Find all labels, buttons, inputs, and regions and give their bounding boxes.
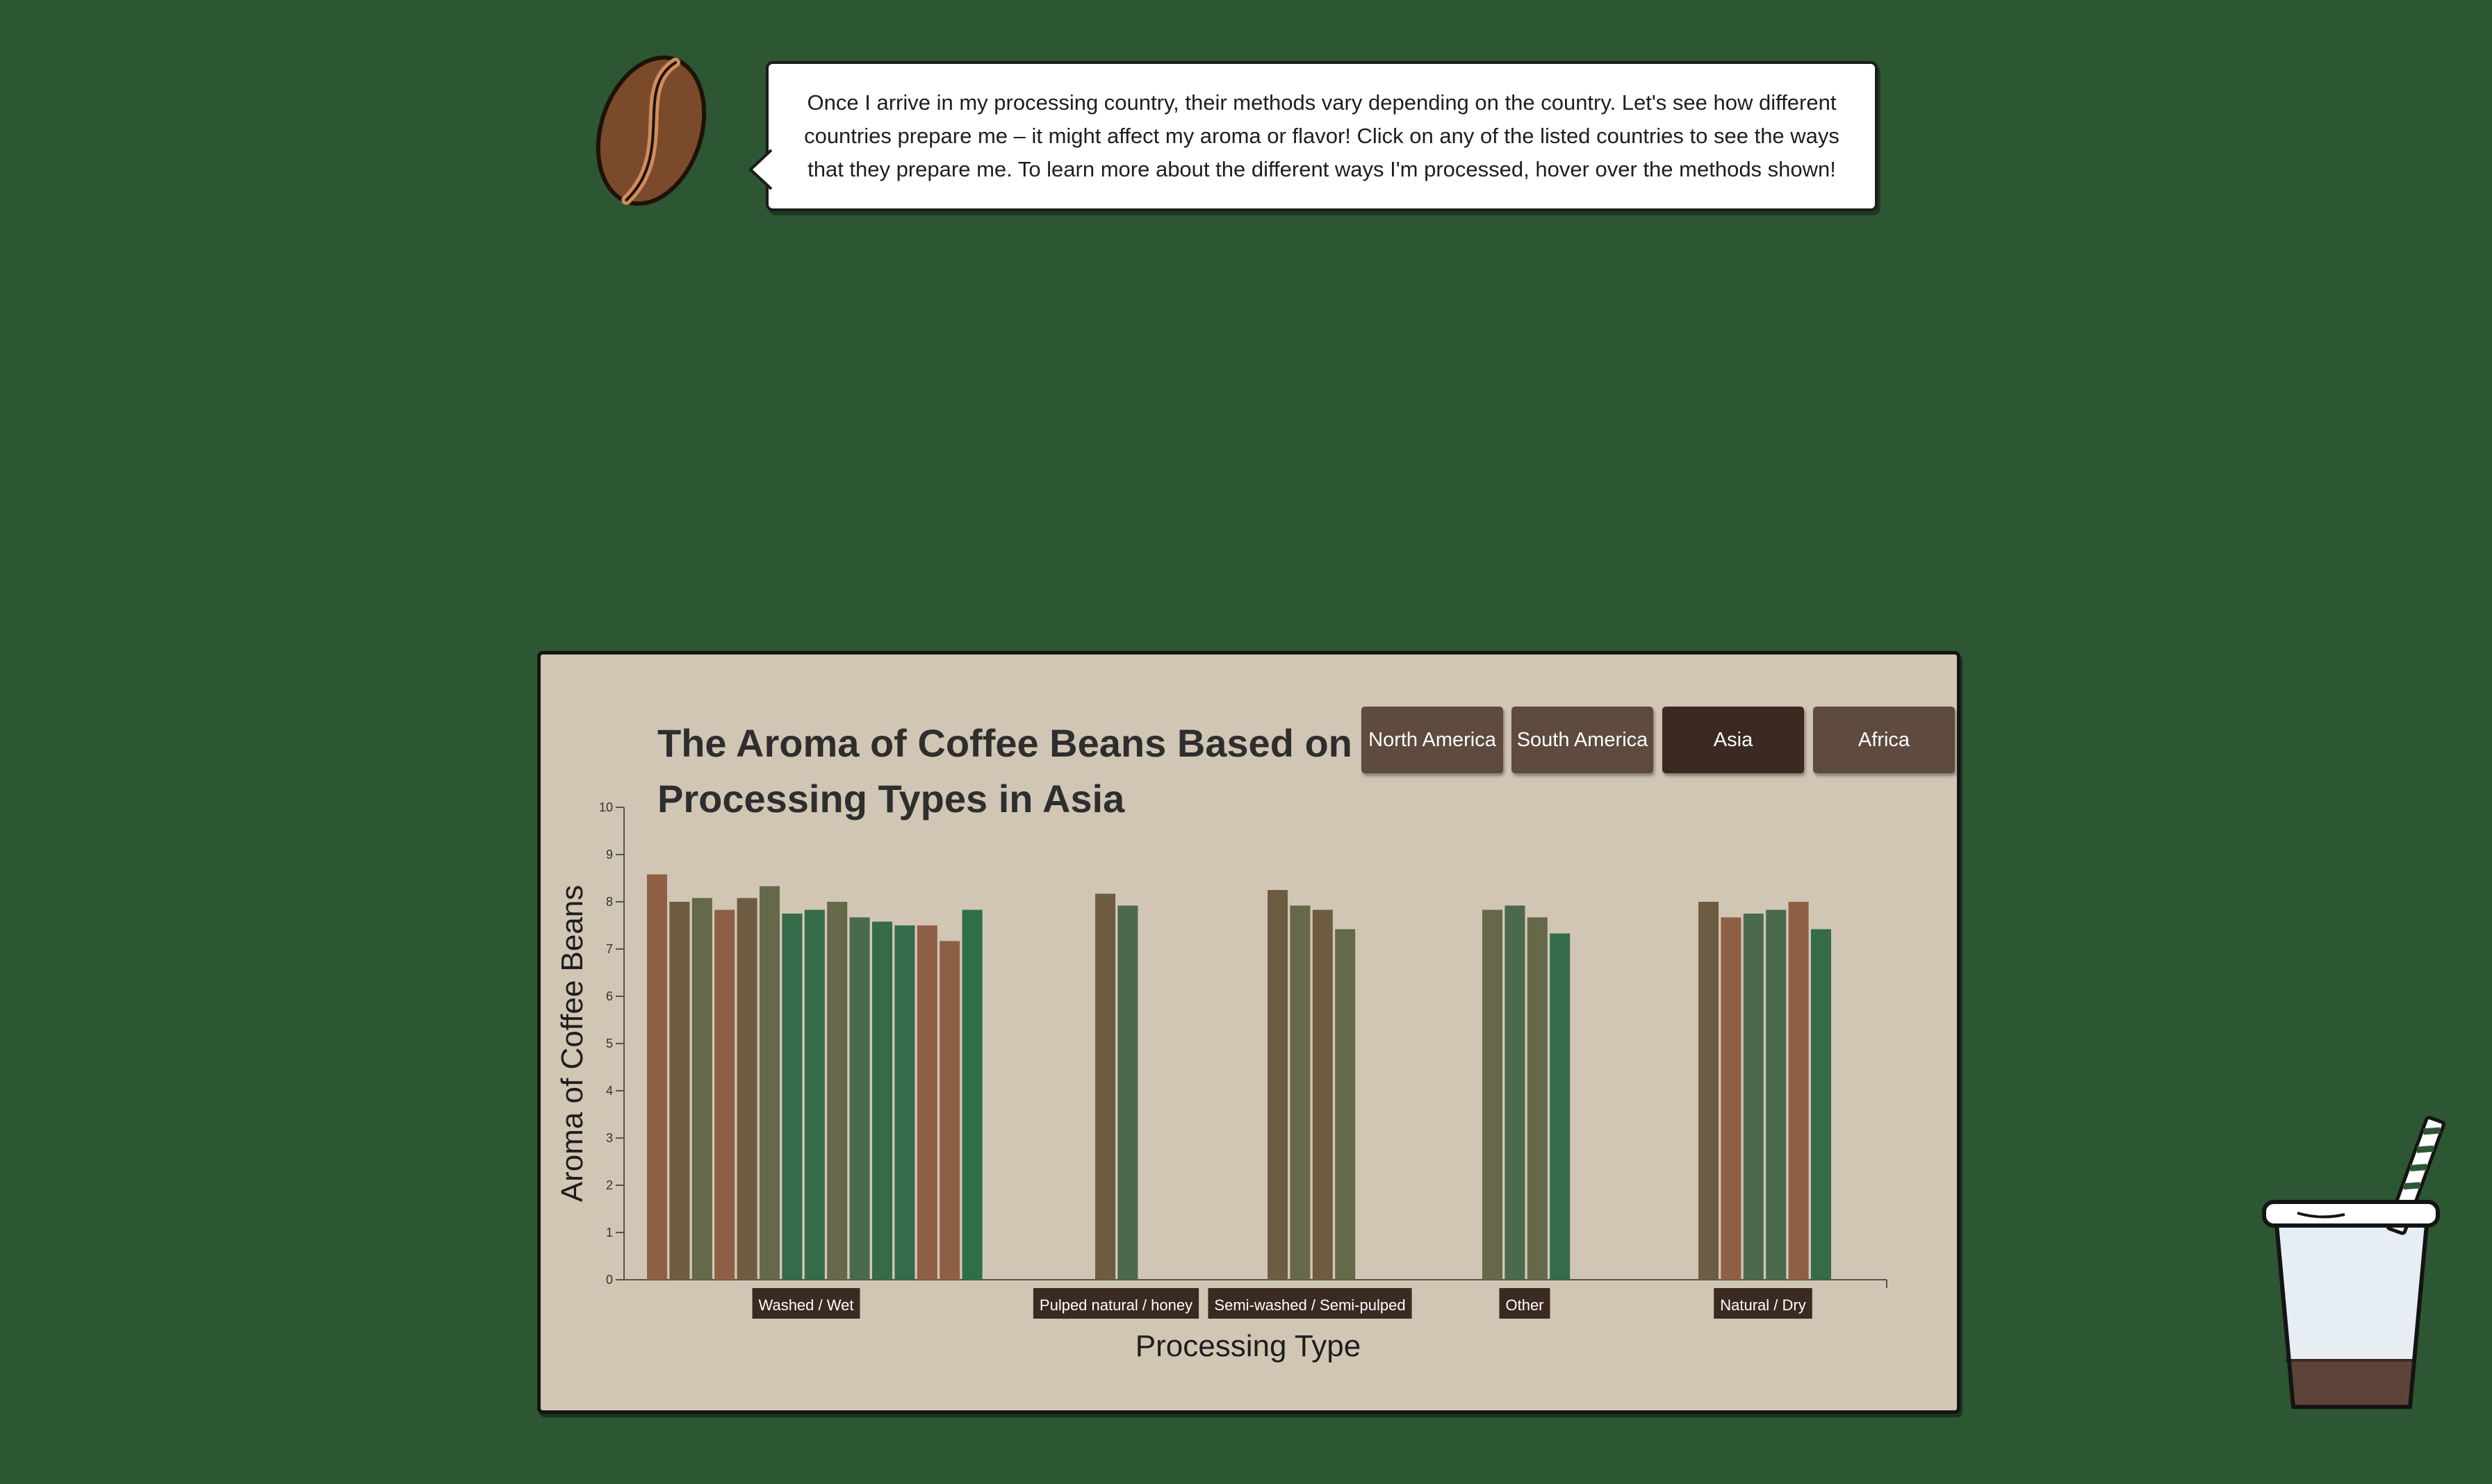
bar — [849, 917, 870, 1280]
x-tick-label: Semi-washed / Semi-pulped — [1214, 1296, 1405, 1314]
bar — [1290, 905, 1311, 1280]
bar — [737, 898, 757, 1280]
bar — [1095, 893, 1115, 1280]
y-axis-title: Aroma of Coffee Beans — [555, 885, 589, 1203]
iced-coffee-cup-icon — [2262, 1116, 2445, 1409]
bar — [1117, 905, 1138, 1280]
bar — [1721, 917, 1741, 1280]
y-tick-label: 5 — [606, 1037, 613, 1050]
y-tick-label: 10 — [599, 800, 613, 814]
bar — [827, 902, 848, 1280]
bar — [1268, 890, 1288, 1280]
bar — [1505, 905, 1525, 1280]
bar — [1312, 909, 1333, 1280]
bar — [804, 909, 825, 1280]
y-tick-label: 4 — [606, 1084, 613, 1098]
x-tick-label: Pulped natural / honey — [1040, 1296, 1192, 1314]
y-tick-label: 8 — [606, 895, 613, 909]
bar — [917, 925, 937, 1280]
bar — [1482, 909, 1502, 1280]
bar — [1698, 902, 1719, 1280]
bar — [1743, 914, 1764, 1280]
bar — [691, 898, 712, 1280]
bar — [940, 941, 960, 1280]
x-tick-label: Natural / Dry — [1720, 1296, 1805, 1314]
bar — [760, 886, 780, 1280]
x-tick-label: Other — [1505, 1296, 1543, 1314]
bar — [872, 921, 892, 1280]
x-tick-label: Washed / Wet — [759, 1296, 854, 1314]
bar — [894, 925, 915, 1280]
bar — [714, 909, 735, 1280]
y-tick-label: 0 — [606, 1273, 613, 1287]
y-tick-label: 2 — [606, 1178, 613, 1192]
y-tick-label: 9 — [606, 848, 613, 861]
chart-svg: 0 1 2 3 4 5 6 7 8 9 10 Aroma of Coffee Beans Process… — [555, 800, 1887, 1363]
y-tick-label: 1 — [606, 1226, 613, 1239]
bar — [669, 902, 690, 1280]
bar — [1335, 929, 1356, 1280]
bar — [962, 909, 983, 1280]
bar — [782, 914, 803, 1280]
bar — [1550, 933, 1571, 1280]
y-tick-label: 7 — [606, 942, 613, 956]
bar — [1811, 929, 1831, 1280]
bar — [1766, 909, 1787, 1280]
y-tick-label: 3 — [606, 1131, 613, 1145]
bar — [647, 874, 667, 1280]
bar — [1527, 917, 1548, 1280]
bar — [1788, 902, 1809, 1280]
y-tick-label: 6 — [606, 989, 613, 1003]
x-axis-title: Processing Type — [1136, 1329, 1361, 1363]
